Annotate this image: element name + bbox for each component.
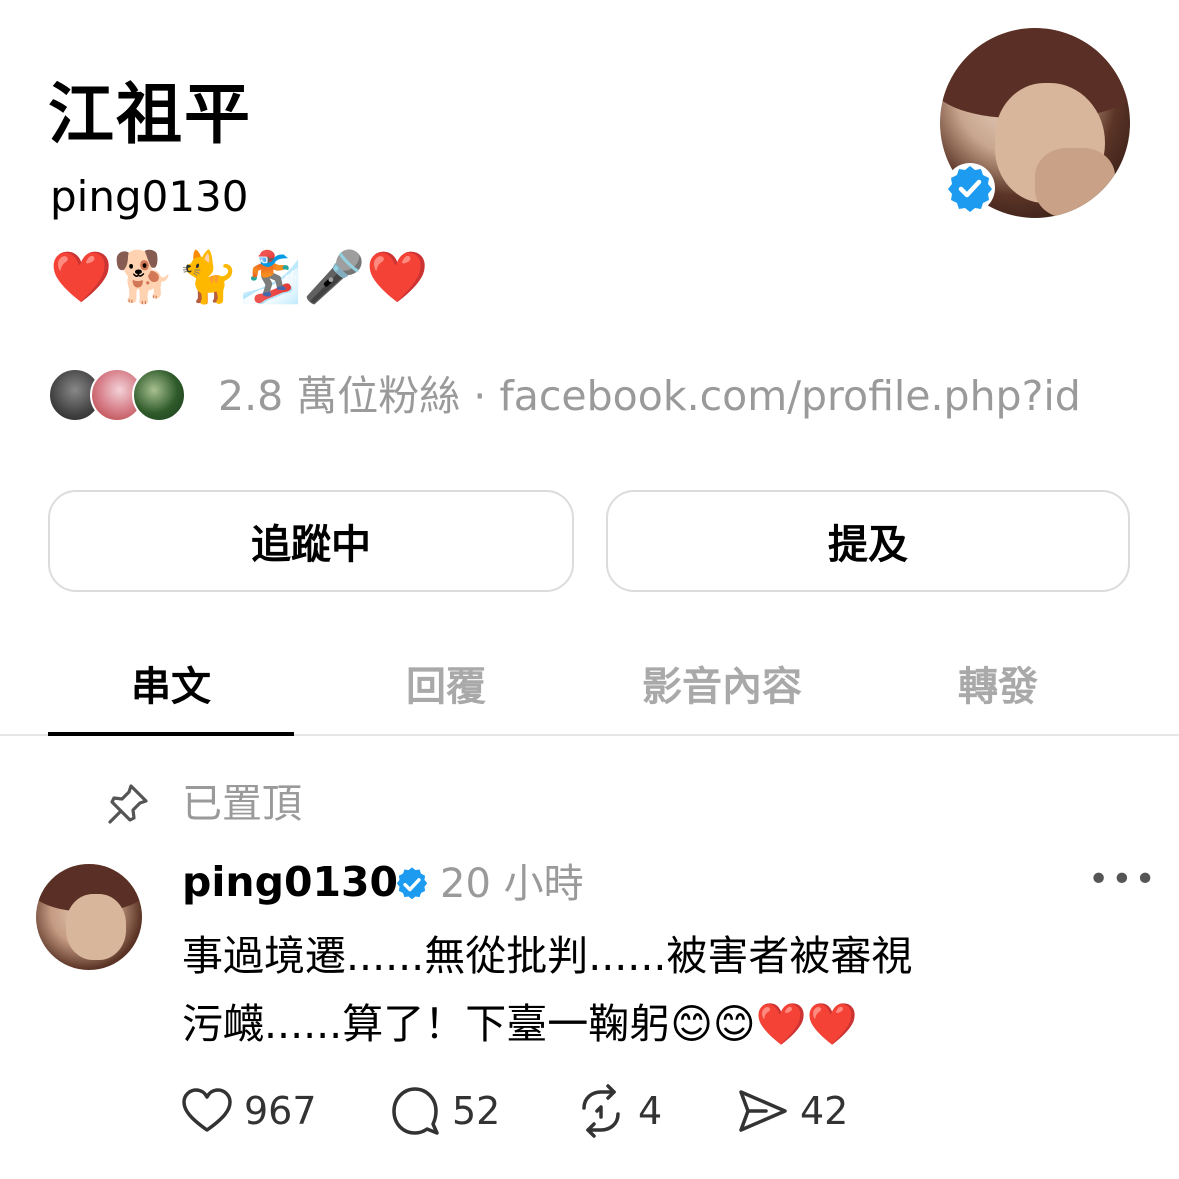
mention-button[interactable]: 提及 <box>606 490 1130 592</box>
more-options-icon[interactable]: ••• <box>1088 862 1158 898</box>
heart-icon <box>182 1088 232 1132</box>
post-timestamp: 20 小時 <box>440 861 584 907</box>
tab-replies[interactable]: 回覆 <box>406 654 486 712</box>
active-tab-indicator <box>48 732 294 736</box>
following-button[interactable]: 追蹤中 <box>48 490 574 592</box>
profile-display-name: 江祖平 <box>48 76 252 153</box>
profile-bio: ❤️🐕🐈🏂🎤❤️ <box>50 252 430 302</box>
bio-emoji-microphone: 🎤 <box>303 248 365 306</box>
comment-bubble-icon <box>392 1087 439 1135</box>
tab-reposts[interactable]: 轉發 <box>958 654 1038 712</box>
pin-icon <box>108 784 148 824</box>
bio-emoji-cat: 🐈 <box>176 248 239 306</box>
share-button[interactable]: 42 <box>736 1084 848 1138</box>
tab-threads[interactable]: 串文 <box>131 654 211 712</box>
tab-media[interactable]: 影音內容 <box>642 654 802 712</box>
profile-tabs: 串文 回覆 影音內容 轉發 <box>0 648 1179 736</box>
profile-username: ping0130 <box>50 172 249 221</box>
repost-icon <box>582 1084 620 1138</box>
follower-avatars[interactable] <box>48 368 188 422</box>
bio-emoji-heart-2: ❤️ <box>366 248 428 306</box>
share-count: 42 <box>800 1089 849 1133</box>
repost-count: 4 <box>638 1089 663 1133</box>
post-body[interactable]: 事過境遷......無從批判......被害者被審視 污衊......算了！下臺… <box>182 922 982 1058</box>
followers-and-link[interactable]: 2.8 萬位粉絲 · facebook.com/profile.php?id <box>218 372 1081 421</box>
post-author-username[interactable]: ping0130 <box>182 859 398 905</box>
bio-emoji-heart-1: ❤️ <box>50 248 112 306</box>
post-text-line: 污衊......算了！下臺一鞠躬😊😊❤️❤️ <box>182 1000 858 1048</box>
post-text-line: 事過境遷......無從批判......被害者被審視 <box>182 932 913 980</box>
send-icon <box>739 1090 787 1132</box>
verified-badge-icon <box>396 867 428 900</box>
comment-count: 52 <box>452 1089 501 1133</box>
comment-button[interactable]: 52 <box>388 1084 500 1138</box>
follower-avatar <box>132 368 186 422</box>
pinned-label: 已置頂 <box>182 781 302 827</box>
repost-button[interactable]: 4 <box>574 1084 662 1138</box>
post-author-avatar[interactable] <box>36 864 142 970</box>
like-button[interactable]: 967 <box>180 1084 317 1138</box>
verified-badge-icon <box>945 163 995 213</box>
like-count: 967 <box>244 1089 317 1133</box>
bio-emoji-snowboarder: 🏂 <box>239 248 302 306</box>
bio-emoji-dog: 🐕 <box>113 248 175 306</box>
